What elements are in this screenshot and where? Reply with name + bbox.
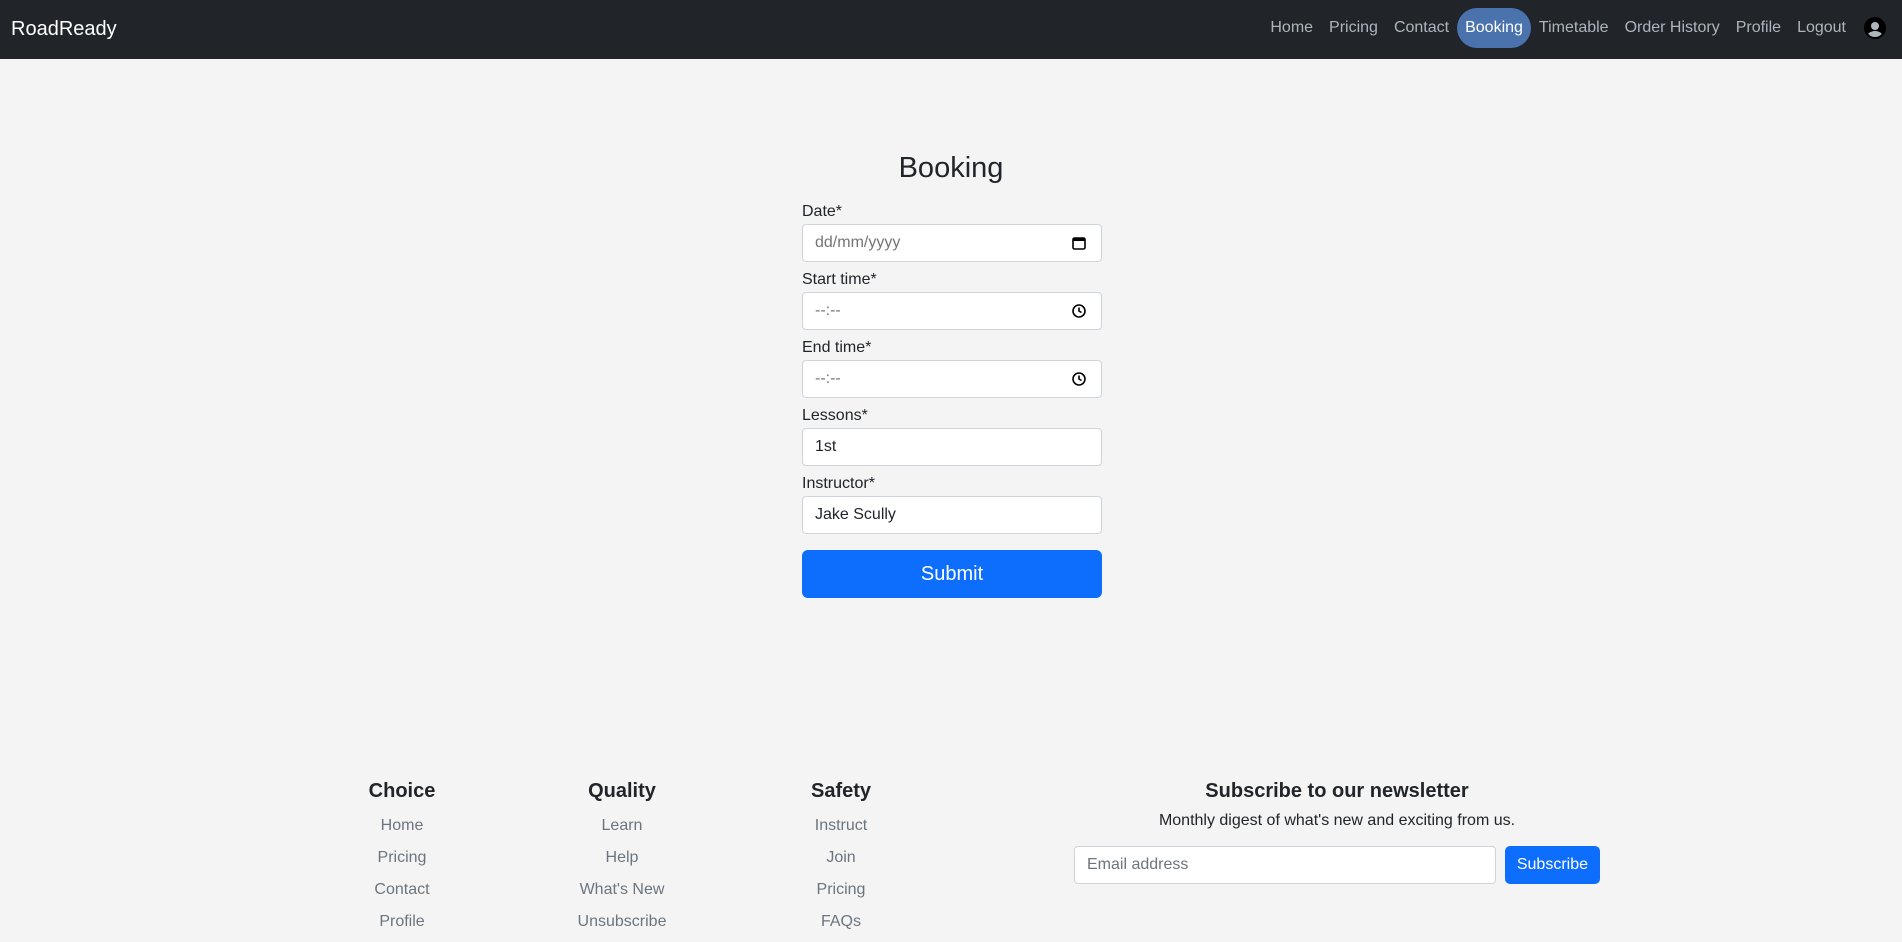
start-time-field[interactable] (802, 292, 1102, 330)
footer-heading: Choice (368, 780, 436, 802)
user-circle-icon[interactable] (1864, 17, 1886, 39)
footer-link-whats-new[interactable]: What's New (547, 874, 697, 906)
newsletter-form: Subscribe (1074, 846, 1600, 884)
date-input[interactable] (803, 225, 1101, 261)
footer-column-safety: Safety Instruct Join Pricing FAQs (766, 778, 916, 938)
footer-column-quality: Quality Learn Help What's New Unsubscrib… (547, 778, 697, 938)
footer-link-profile[interactable]: Profile (327, 906, 477, 938)
footer-link-join[interactable]: Join (766, 842, 916, 874)
footer-column-choice: Choice Home Pricing Contact Profile (327, 778, 477, 938)
nav-profile[interactable]: Profile (1728, 8, 1789, 48)
instructor-input[interactable] (803, 497, 1101, 533)
date-label: Date* (802, 203, 843, 220)
instructor-label: Instructor* (802, 475, 875, 492)
end-time-input[interactable] (803, 361, 1101, 397)
footer-link-learn[interactable]: Learn (547, 810, 697, 842)
nav-logout[interactable]: Logout (1789, 8, 1854, 48)
subscribe-button[interactable]: Subscribe (1504, 846, 1600, 884)
nav-links: Home Pricing Contact Booking Timetable O… (1262, 7, 1886, 49)
nav-pricing[interactable]: Pricing (1321, 8, 1386, 48)
footer-link-help[interactable]: Help (547, 842, 697, 874)
lessons-input[interactable] (803, 429, 1101, 465)
clock-icon[interactable] (1071, 371, 1087, 387)
date-field[interactable] (802, 224, 1102, 262)
newsletter-title: Subscribe to our newsletter (1205, 780, 1469, 802)
navbar: RoadReady Home Pricing Contact Booking T… (0, 0, 1902, 59)
footer-heading: Safety (810, 780, 872, 802)
footer-link-pricing[interactable]: Pricing (766, 874, 916, 906)
lessons-field[interactable] (802, 428, 1102, 466)
clock-icon[interactable] (1071, 303, 1087, 319)
footer-link-faqs[interactable]: FAQs (766, 906, 916, 938)
nav-order-history[interactable]: Order History (1617, 8, 1728, 48)
nav-home[interactable]: Home (1262, 8, 1321, 48)
footer-heading: Quality (588, 780, 656, 802)
nav-timetable[interactable]: Timetable (1531, 8, 1617, 48)
end-time-field[interactable] (802, 360, 1102, 398)
footer-link-contact[interactable]: Contact (327, 874, 477, 906)
start-time-input[interactable] (803, 293, 1101, 329)
nav-contact[interactable]: Contact (1386, 8, 1457, 48)
brand-logo[interactable]: RoadReady (11, 17, 117, 41)
submit-button[interactable]: Submit (802, 550, 1102, 598)
newsletter-section: Subscribe to our newsletter Monthly dige… (1074, 778, 1600, 884)
newsletter-text: Monthly digest of what's new and excitin… (1158, 812, 1516, 829)
booking-form: Date* Start time* End time* Lessons* Ins… (802, 200, 1102, 598)
end-time-label: End time* (802, 339, 872, 356)
calendar-icon[interactable] (1071, 235, 1087, 251)
nav-booking[interactable]: Booking (1457, 8, 1531, 48)
page-title: Booking (898, 152, 1004, 184)
footer-link-instruct[interactable]: Instruct (766, 810, 916, 842)
start-time-label: Start time* (802, 271, 877, 288)
instructor-field[interactable] (802, 496, 1102, 534)
lessons-label: Lessons* (802, 407, 868, 424)
footer-link-unsubscribe[interactable]: Unsubscribe (547, 906, 697, 938)
footer-link-pricing[interactable]: Pricing (327, 842, 477, 874)
footer-link-home[interactable]: Home (327, 810, 477, 842)
email-input[interactable] (1074, 846, 1496, 884)
